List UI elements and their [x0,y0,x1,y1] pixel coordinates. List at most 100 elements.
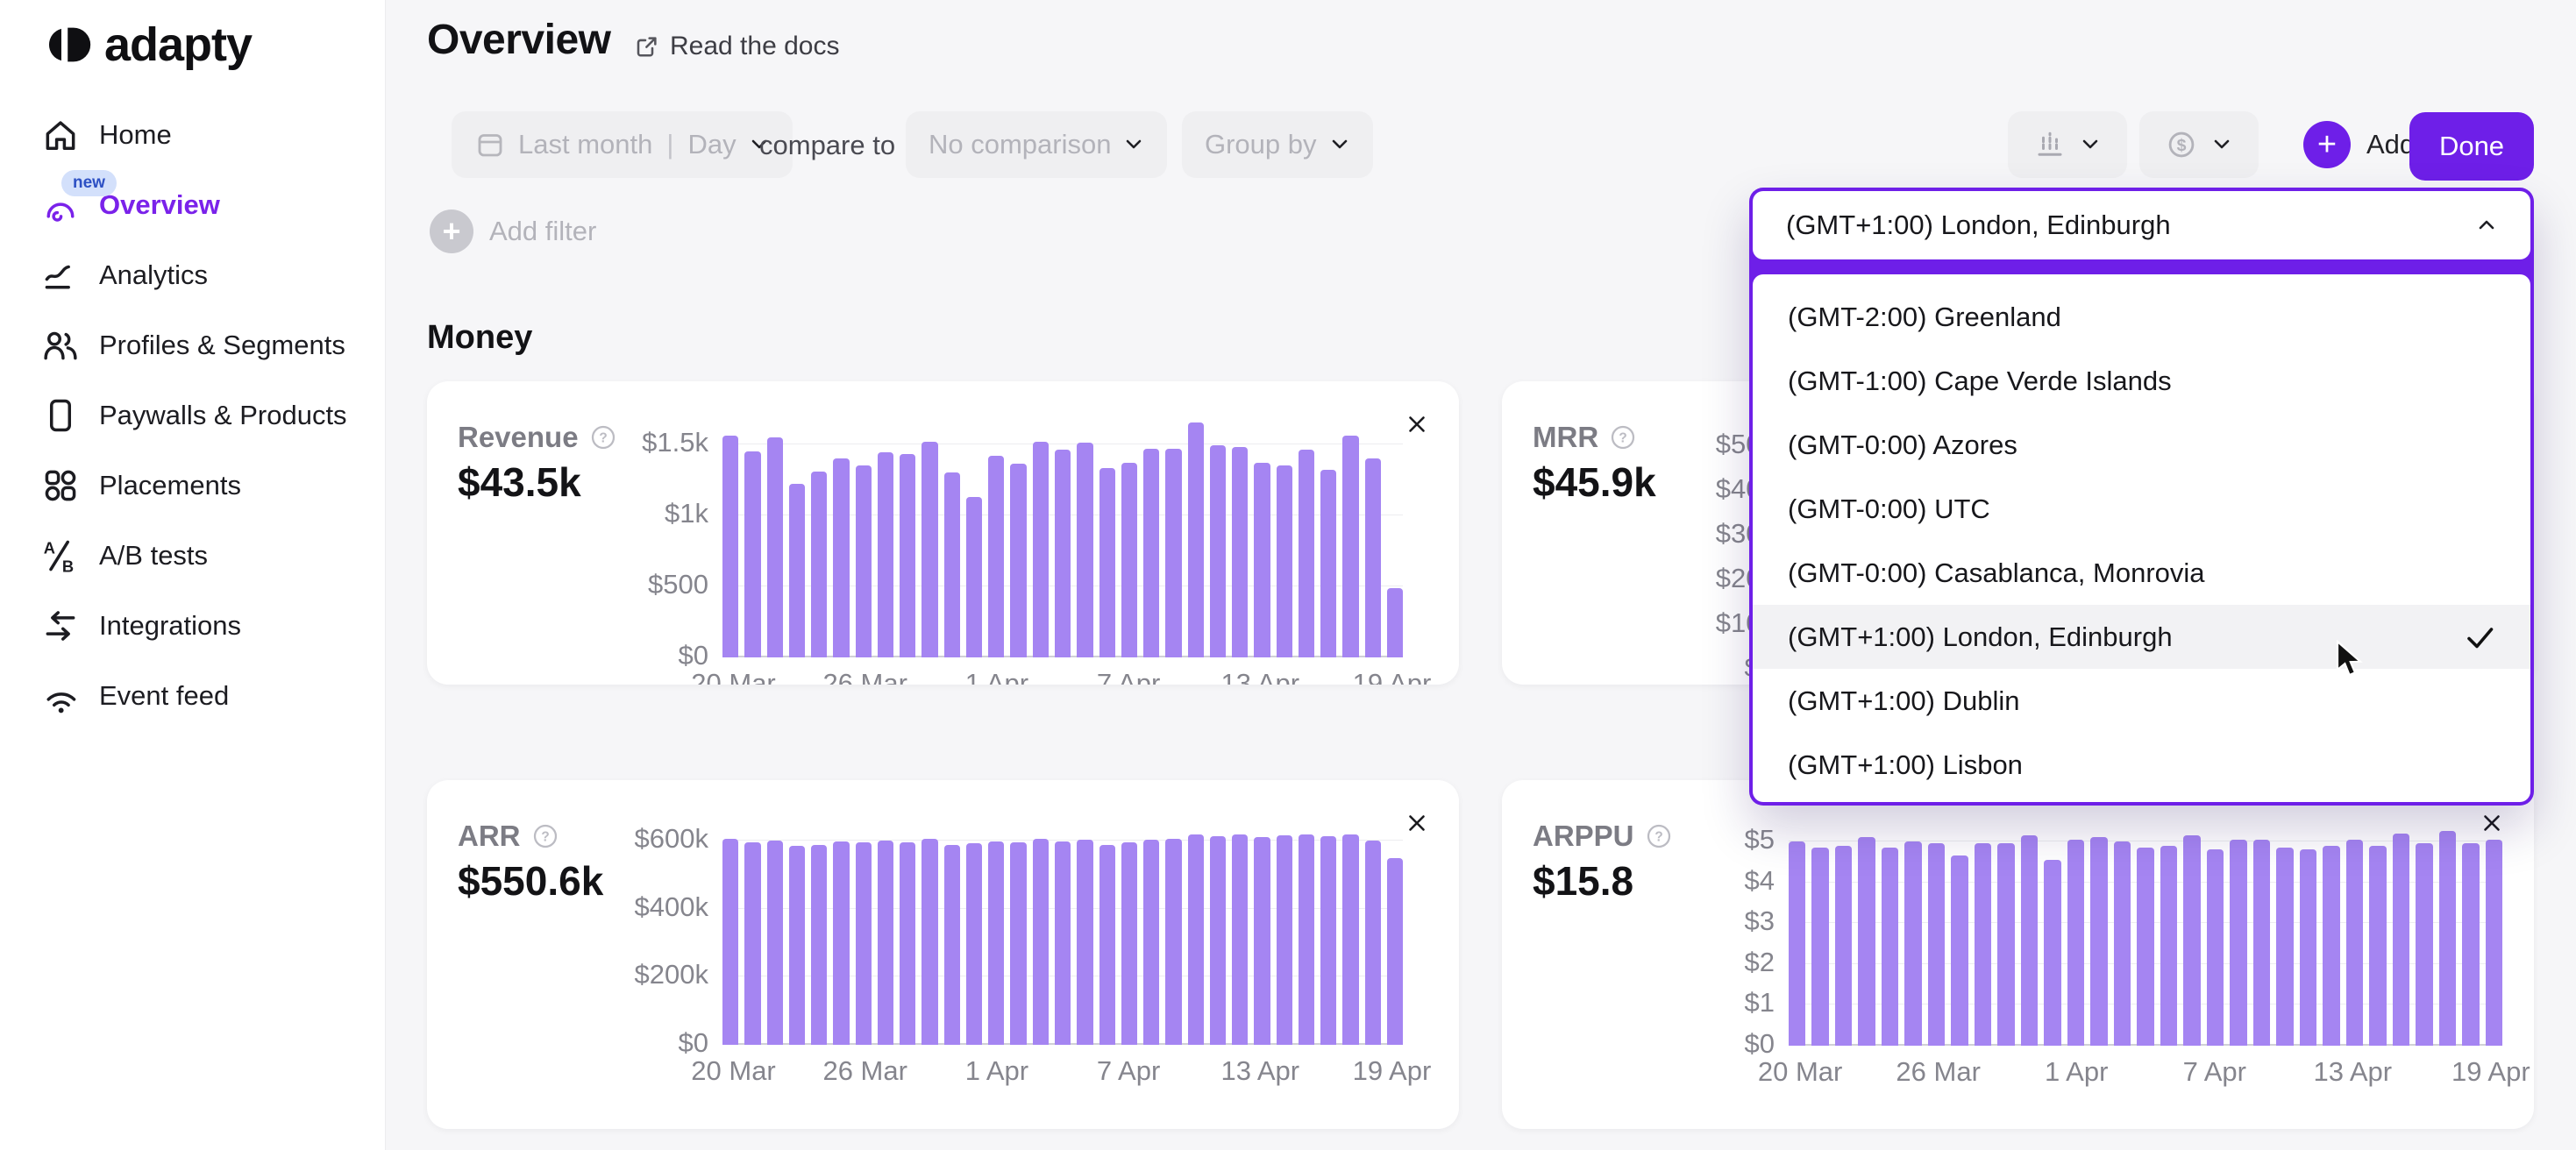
bar[interactable] [2276,848,2293,1046]
bar[interactable] [1277,835,1292,1045]
timezone-option[interactable]: (GMT-2:00) Greenland [1753,285,2530,349]
timezone-option[interactable]: (GMT-0:00) UTC [1753,477,2530,541]
bar[interactable] [789,846,805,1045]
bar[interactable] [988,841,1004,1045]
timezone-select[interactable]: (GMT+1:00) London, Edinburgh [1753,191,2530,259]
bar[interactable] [1099,468,1115,657]
bar[interactable] [1928,843,1945,1046]
bar[interactable] [811,472,827,657]
bar[interactable] [1320,470,1336,657]
sidebar-item-overview[interactable]: Overviewnew [0,170,385,240]
chart-type-dropdown[interactable] [2008,111,2127,178]
bar[interactable] [789,484,805,657]
bar[interactable] [944,845,960,1045]
bar[interactable] [966,843,982,1045]
bar[interactable] [922,839,937,1045]
bar[interactable] [2114,841,2131,1046]
bar[interactable] [2300,849,2316,1046]
bar[interactable] [1077,443,1092,657]
bar[interactable] [1033,839,1049,1045]
bar[interactable] [1033,442,1049,657]
adapty-logo[interactable]: adapty [41,18,252,72]
bar[interactable] [1387,588,1403,657]
bar[interactable] [1188,834,1204,1045]
bar[interactable] [1143,840,1159,1045]
bar[interactable] [1365,841,1381,1045]
bar[interactable] [1232,447,1248,657]
currency-dropdown[interactable]: $ [2139,111,2259,178]
bar[interactable] [1055,841,1071,1045]
date-range-dropdown[interactable]: Last month | Day [452,111,793,178]
bar[interactable] [2230,840,2246,1046]
bar[interactable] [2021,835,2038,1046]
bar[interactable] [2160,846,2177,1046]
bar[interactable] [2486,840,2502,1046]
timezone-option[interactable]: (GMT-1:00) Cape Verde Islands [1753,349,2530,413]
bar[interactable] [1811,848,1828,1046]
sidebar-item-home[interactable]: Home [0,100,385,170]
bar[interactable] [1099,845,1115,1045]
bar[interactable] [2090,837,2107,1046]
bar[interactable] [1387,858,1403,1045]
help-icon[interactable]: ? [1609,423,1637,451]
bar[interactable] [2439,831,2456,1046]
sidebar-item-placements[interactable]: Placements [0,451,385,521]
bar[interactable] [878,452,893,657]
bar[interactable] [1165,449,1181,657]
bar[interactable] [2462,843,2479,1046]
sidebar-item-integrations[interactable]: Integrations [0,591,385,661]
bar[interactable] [1165,839,1181,1045]
bar[interactable] [2416,843,2432,1046]
bar[interactable] [1835,846,1852,1046]
bar[interactable] [1951,855,1968,1046]
bar[interactable] [1010,842,1026,1045]
bar[interactable] [2183,835,2200,1046]
sidebar-item-ab-tests[interactable]: ABA/B tests [0,521,385,591]
bar[interactable] [767,437,783,657]
bar[interactable] [2369,846,2386,1046]
bar[interactable] [833,841,849,1045]
help-icon[interactable]: ? [531,822,559,850]
bar[interactable] [1342,834,1358,1045]
bar[interactable] [878,841,893,1045]
bar[interactable] [1299,450,1314,657]
bar[interactable] [900,842,915,1045]
timezone-option[interactable]: (GMT-0:00) Casablanca, Monrovia [1753,541,2530,605]
bar[interactable] [1077,840,1092,1045]
bar[interactable] [2067,840,2084,1046]
add-metric-button[interactable]: + Add [2303,121,2415,168]
bar[interactable] [811,845,827,1045]
bar[interactable] [1997,843,2014,1046]
timezone-option[interactable]: (GMT+1:00) Dublin [1753,669,2530,733]
bar[interactable] [856,842,872,1045]
bar[interactable] [2253,840,2270,1046]
timezone-option[interactable]: (GMT+1:00) Lisbon [1753,733,2530,797]
timezone-option[interactable]: (GMT+1:00) London, Edinburgh [1753,605,2530,669]
bar[interactable] [833,458,849,657]
bar[interactable] [1365,458,1381,657]
comparison-dropdown[interactable]: No comparison [906,111,1167,178]
bar[interactable] [1254,837,1270,1045]
bar[interactable] [1904,841,1921,1046]
sidebar-item-analytics[interactable]: Analytics [0,240,385,310]
bar[interactable] [744,842,760,1045]
bar[interactable] [1320,836,1336,1045]
bar[interactable] [1789,841,1805,1046]
bar[interactable] [722,839,738,1045]
bar[interactable] [1975,843,1991,1046]
bar[interactable] [1232,834,1248,1045]
close-card-button[interactable] [1401,409,1433,441]
close-card-button[interactable] [1401,808,1433,840]
bar[interactable] [1882,848,1898,1046]
bar[interactable] [922,442,937,657]
bar[interactable] [2323,846,2339,1046]
sidebar-item-event-feed[interactable]: Event feed [0,661,385,731]
read-docs-link[interactable]: Read the docs [633,32,839,61]
bar[interactable] [1858,837,1875,1046]
bar[interactable] [1010,464,1026,657]
add-filter-button[interactable]: + Add filter [430,209,596,253]
bar[interactable] [1121,842,1137,1045]
bar[interactable] [1254,463,1270,657]
bar[interactable] [1188,422,1204,657]
bar[interactable] [2207,849,2224,1046]
